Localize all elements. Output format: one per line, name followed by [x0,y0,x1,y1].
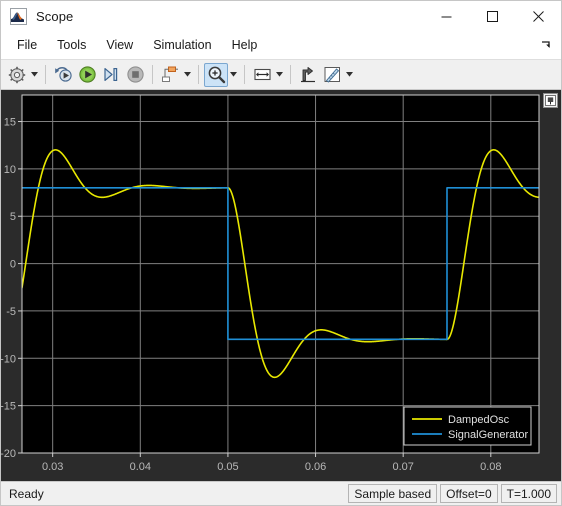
status-ready-label: Ready [9,486,44,501]
style-button[interactable] [320,63,344,87]
svg-text:0.07: 0.07 [392,461,413,473]
layout-caret-icon[interactable] [182,63,193,87]
maximize-button[interactable] [469,1,515,32]
status-bar: Ready Sample based Offset=0 T=1.000 [1,481,561,505]
sample-mode-cell: Sample based [348,484,438,503]
autoscale-caret-icon[interactable] [274,63,285,87]
toolbar [1,59,561,90]
window-controls [423,1,561,32]
update-diagram-button[interactable] [51,63,75,87]
undock-arrow-icon[interactable] [539,38,553,52]
svg-text:DampedOsc: DampedOsc [448,414,510,426]
menu-item-tools[interactable]: Tools [48,35,95,55]
run-button[interactable] [75,63,99,87]
scope-plot-panel: 0.03 0.04 0.05 0.06 0.07 0.08 15 10 5 0 -5 -10 -15 -2… [1,90,561,481]
menu-item-help[interactable]: Help [223,35,267,55]
svg-text:15: 15 [4,117,16,129]
svg-text:SignalGenerator: SignalGenerator [448,429,528,441]
svg-text:0.08: 0.08 [480,461,501,473]
zoom-in-button[interactable] [204,62,228,87]
svg-text:0.05: 0.05 [217,461,238,473]
style-caret-icon[interactable] [344,63,355,87]
menu-item-file[interactable]: File [8,35,46,55]
matlab-scope-icon [10,8,27,25]
menu-item-view[interactable]: View [97,35,142,55]
scope-chart[interactable]: 0.03 0.04 0.05 0.06 0.07 0.08 15 10 5 0 -5 -10 -15 -2… [1,90,561,481]
stop-button[interactable] [123,63,147,87]
toolbar-separator [45,65,46,84]
step-forward-button[interactable] [99,63,123,87]
svg-text:0: 0 [10,259,16,271]
close-button[interactable] [515,1,561,32]
svg-text:0.06: 0.06 [305,461,326,473]
time-cell: T=1.000 [500,484,557,503]
offset-cell: Offset=0 [440,484,498,503]
layout-button[interactable] [158,63,182,87]
toolbar-separator [290,65,291,84]
minimize-button[interactable] [423,1,469,32]
toolbar-separator [152,65,153,84]
toolbar-separator [198,65,199,84]
cursor-measurements-button[interactable] [296,63,320,87]
menu-item-simulation[interactable]: Simulation [144,35,220,55]
svg-text:0.03: 0.03 [42,461,63,473]
scope-window: Scope File Tools View Simulation Help 0.… [0,0,562,506]
title-bar: Scope [1,1,561,32]
configuration-caret-icon[interactable] [29,63,40,87]
toolbar-separator [244,65,245,84]
zoom-caret-icon[interactable] [228,63,239,87]
svg-text:10: 10 [4,164,16,176]
svg-text:-10: -10 [1,353,16,365]
svg-text:5: 5 [10,211,16,223]
menu-bar: File Tools View Simulation Help [1,32,561,59]
autoscale-button[interactable] [250,63,274,87]
configuration-properties-button[interactable] [5,63,29,87]
svg-text:0.04: 0.04 [130,461,151,473]
window-title: Scope [36,9,74,24]
svg-text:-5: -5 [6,306,16,318]
svg-text:-20: -20 [1,448,16,460]
pin-maximize-icon[interactable] [543,93,558,108]
svg-text:-15: -15 [1,401,16,413]
